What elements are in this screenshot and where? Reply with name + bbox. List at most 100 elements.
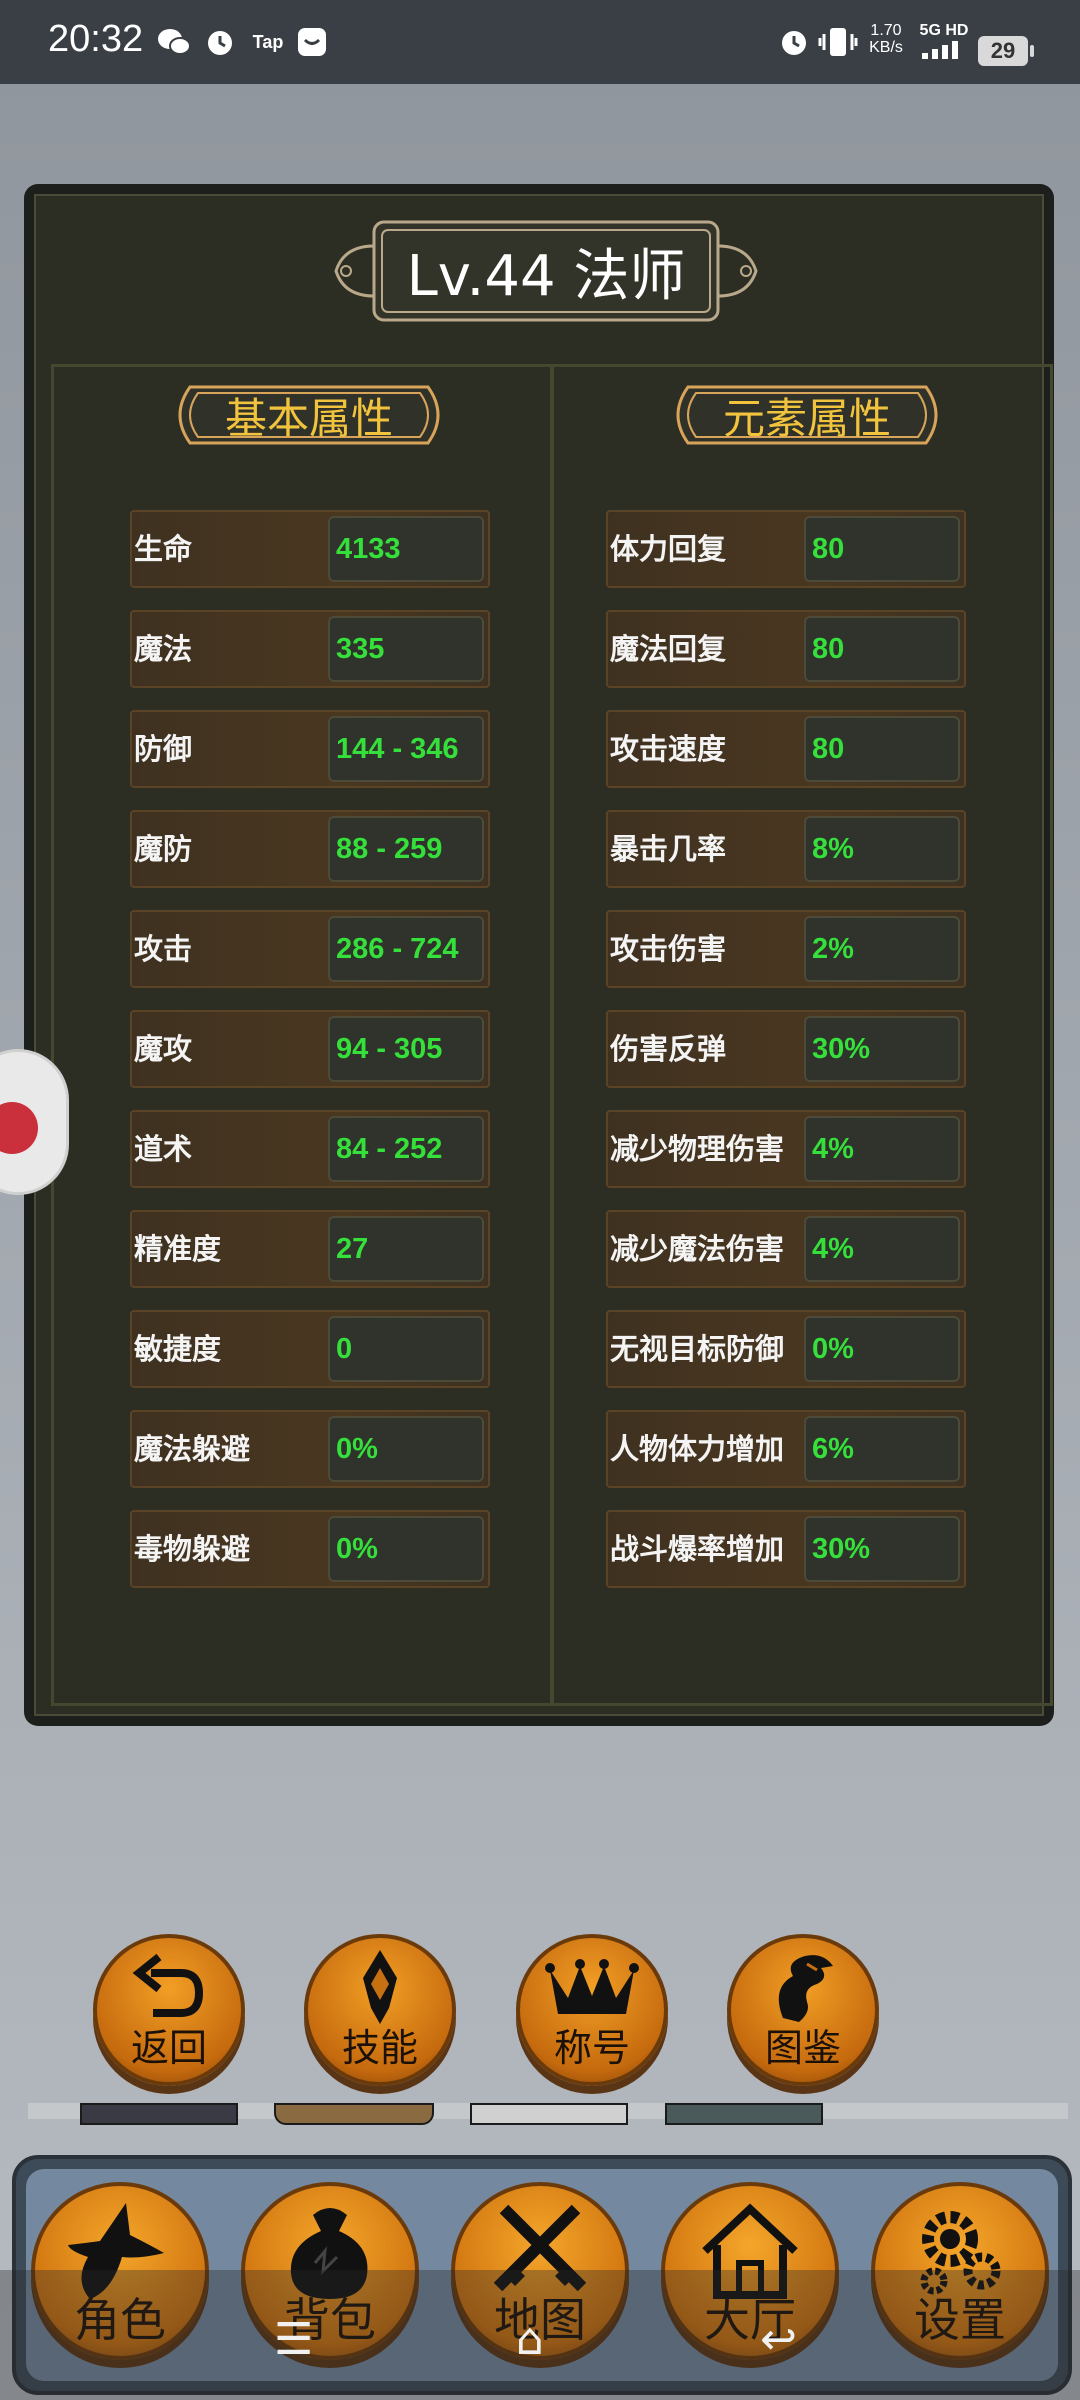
stat-value-box: 286 - 724 xyxy=(328,916,484,982)
stat-value: 4% xyxy=(812,1133,854,1165)
stat-row: 伤害反弹 30% xyxy=(606,1010,966,1088)
stat-value: 84 - 252 xyxy=(336,1133,443,1165)
stat-row: 魔法 335 xyxy=(130,610,490,688)
vibrate-icon xyxy=(818,24,858,60)
stat-label: 攻击伤害 xyxy=(610,932,727,966)
stat-row: 人物体力增加 6% xyxy=(606,1410,966,1488)
stat-label: 减少物理伤害 xyxy=(610,1132,785,1166)
stat-value: 88 - 259 xyxy=(336,833,443,865)
strip-item-card[interactable] xyxy=(665,2103,823,2125)
stat-row: 魔防 88 - 259 xyxy=(130,810,490,888)
return-button-label: 返回 xyxy=(130,2026,207,2070)
stat-label: 魔法 xyxy=(134,632,193,666)
stat-value-box: 8% xyxy=(804,816,960,882)
stat-label: 攻击速度 xyxy=(610,732,727,766)
stat-value-box: 4133 xyxy=(328,516,484,582)
stat-row: 魔攻 94 - 305 xyxy=(130,1010,490,1088)
stat-value: 0% xyxy=(336,1533,378,1565)
stat-value-box: 4% xyxy=(804,1216,960,1282)
stat-row: 战斗爆率增加 30% xyxy=(606,1510,966,1588)
stat-value: 27 xyxy=(336,1233,369,1265)
stat-value: 80 xyxy=(812,733,845,765)
stat-label: 无视目标防御 xyxy=(610,1332,785,1366)
stat-value-box: 88 - 259 xyxy=(328,816,484,882)
stat-label: 攻击 xyxy=(134,932,193,966)
stat-label: 生命 xyxy=(134,532,193,566)
stat-value: 286 - 724 xyxy=(336,933,459,965)
codex-button[interactable]: 图鉴 xyxy=(727,1934,879,2086)
element-attributes-column: 元素属性 体力回复 80 魔法回复 80 攻击速度 80 暴击几率 8% 攻击伤害 2% 伤害反弹 3… xyxy=(551,364,1053,1706)
character-title: Lv.44 法师 xyxy=(406,243,686,309)
alarm-icon xyxy=(202,24,238,60)
stat-row: 减少物理伤害 4% xyxy=(606,1110,966,1188)
net-speed: 1.70 xyxy=(870,22,902,39)
stat-label: 敏捷度 xyxy=(134,1332,222,1366)
stat-label: 毒物躲避 xyxy=(134,1532,251,1566)
stat-value: 8% xyxy=(812,833,854,865)
wechat-icon xyxy=(156,24,192,60)
skills-button[interactable]: 技能 xyxy=(304,1934,456,2086)
stat-value-box: 30% xyxy=(804,1016,960,1082)
stat-value-box: 27 xyxy=(328,1216,484,1282)
basic-attributes-header: 基本属性 xyxy=(164,381,454,449)
strip-item-card[interactable] xyxy=(470,2103,628,2125)
home-key-icon[interactable]: ⌂ xyxy=(516,2314,544,2365)
stat-value: 4% xyxy=(812,1233,854,1265)
stat-label: 减少魔法伤害 xyxy=(610,1232,785,1266)
strip-item-card[interactable] xyxy=(274,2103,434,2125)
return-button[interactable]: 返回 xyxy=(93,1934,245,2086)
stat-row: 攻击伤害 2% xyxy=(606,910,966,988)
menu-key-icon[interactable]: ☰ xyxy=(274,2314,313,2365)
status-bar: 20:32 Tap 1.70 KB/s 5G HD 29 xyxy=(0,0,1080,84)
stat-label: 魔法躲避 xyxy=(134,1432,251,1466)
stat-row: 敏捷度 0 xyxy=(130,1310,490,1388)
stat-value-box: 0 xyxy=(328,1316,484,1382)
stat-value: 0% xyxy=(812,1333,854,1365)
stat-row: 暴击几率 8% xyxy=(606,810,966,888)
potion-icon xyxy=(0,1102,38,1154)
stat-row: 精准度 27 xyxy=(130,1210,490,1288)
network-type: 5G HD xyxy=(919,22,969,39)
element-attributes-title: 元素属性 xyxy=(722,393,891,443)
taptap-icon: Tap xyxy=(252,31,284,52)
stat-value-box: 80 xyxy=(804,516,960,582)
stat-row: 道术 84 - 252 xyxy=(130,1110,490,1188)
stat-value-box: 84 - 252 xyxy=(328,1116,484,1182)
stat-value: 0 xyxy=(336,1333,353,1365)
stat-label: 精准度 xyxy=(134,1232,222,1266)
strip-item-card[interactable] xyxy=(80,2103,238,2125)
stat-label: 道术 xyxy=(134,1132,193,1166)
stat-label: 暴击几率 xyxy=(610,832,727,866)
stat-value-box: 4% xyxy=(804,1116,960,1182)
system-nav-bar: ☰ ⌂ ↩ xyxy=(0,2270,1080,2400)
battery-indicator: 29 xyxy=(978,36,1034,66)
stat-row: 魔法躲避 0% xyxy=(130,1410,490,1488)
stat-label: 体力回复 xyxy=(610,532,727,566)
stat-row: 防御 144 - 346 xyxy=(130,710,490,788)
skills-button-label: 技能 xyxy=(341,2026,418,2070)
stat-value-box: 80 xyxy=(804,716,960,782)
stat-value: 30% xyxy=(812,1533,871,1565)
stat-row: 魔法回复 80 xyxy=(606,610,966,688)
stat-value: 80 xyxy=(812,633,845,665)
stat-label: 魔法回复 xyxy=(610,632,727,666)
stat-value: 144 - 346 xyxy=(336,733,459,765)
title-button[interactable]: 称号 xyxy=(516,1934,668,2086)
stat-value: 6% xyxy=(812,1433,854,1465)
stat-label: 魔防 xyxy=(134,832,193,866)
stat-label: 战斗爆率增加 xyxy=(610,1532,785,1566)
stat-value-box: 0% xyxy=(804,1316,960,1382)
status-time: 20:32 xyxy=(48,18,144,60)
panel-inner: Lv.44 法师 基本属性 生命 4133 魔法 335 防御 144 - 346 魔防 88… xyxy=(34,194,1053,1716)
stat-label: 伤害反弹 xyxy=(610,1032,727,1066)
stat-value: 335 xyxy=(336,633,385,665)
stat-row: 毒物躲避 0% xyxy=(130,1510,490,1588)
signal-icon xyxy=(922,41,958,59)
stat-value-box: 6% xyxy=(804,1416,960,1482)
stat-value-box: 80 xyxy=(804,616,960,682)
floating-assistant-bubble[interactable] xyxy=(0,1052,66,1192)
stat-value-box: 94 - 305 xyxy=(328,1016,484,1082)
stat-value: 2% xyxy=(812,933,854,965)
back-key-icon[interactable]: ↩ xyxy=(760,2314,797,2365)
message-icon xyxy=(294,24,330,60)
